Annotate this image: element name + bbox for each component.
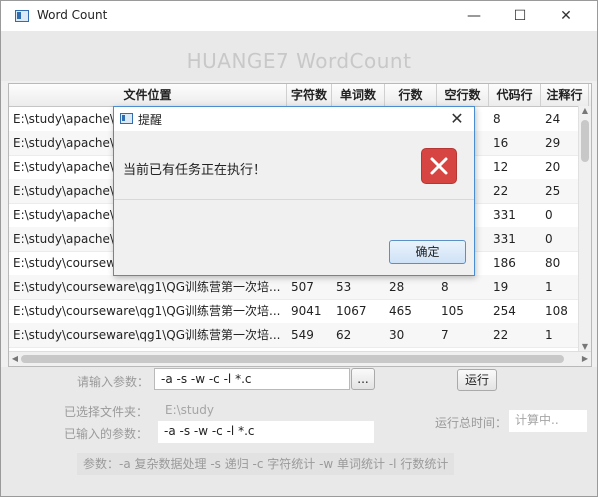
table-row[interactable]: E:\study\courseware\qg1\QG训练营第一次培... 507 5…: [9, 275, 579, 300]
cell-code-line-count: 22: [493, 184, 509, 198]
alert-dialog: 提醒 ✕ 当前已有任务正在执行！ 确定: [113, 106, 475, 276]
cell-line-count: 30: [389, 328, 405, 342]
cell-code-line-count: 331: [493, 232, 516, 246]
column-header-blank-lines[interactable]: 空行数: [437, 84, 489, 106]
entered-params-value: -a -s -w -c -l *.c: [158, 421, 374, 443]
error-icon: [422, 149, 456, 183]
runtime-value: 计算中..: [509, 410, 587, 432]
cell-code-line-count: 22: [493, 328, 509, 342]
cell-blank-line-count: 7: [441, 328, 449, 342]
scroll-up-icon[interactable]: ▲: [579, 106, 591, 115]
app-banner: HUANGE7 WordCount: [1, 31, 597, 81]
parameter-hint: 参数：-a 复杂数据处理 -s 递归 -c 字符统计 -w 单词统计 -l 行数…: [77, 453, 455, 475]
params-input[interactable]: [154, 368, 350, 390]
params-label: 请输入参数：: [77, 375, 150, 389]
column-header-comment-lines[interactable]: 注释行: [541, 84, 589, 106]
cell-word-count: 1067: [336, 304, 367, 318]
scroll-down-icon[interactable]: ▼: [579, 342, 591, 351]
cell-char-count: 9041: [291, 304, 322, 318]
vertical-scroll-thumb[interactable]: [581, 120, 589, 162]
dialog-message: 当前已有任务正在执行！: [123, 163, 267, 178]
cell-word-count: 53: [336, 280, 352, 294]
table-header: 文件位置 字符数 单词数 行数 空行数 代码行 注释行: [9, 84, 591, 107]
column-header-chars[interactable]: 字符数: [287, 84, 332, 106]
run-button[interactable]: 运行: [457, 369, 497, 391]
column-header-lines[interactable]: 行数: [385, 84, 437, 106]
cell-code-line-count: 186: [493, 256, 516, 270]
column-header-words[interactable]: 单词数: [332, 84, 385, 106]
column-header-file[interactable]: 文件位置: [9, 84, 287, 106]
cell-code-line-count: 254: [493, 304, 516, 318]
horizontal-scrollbar[interactable]: ◀ ▶: [9, 351, 591, 366]
cell-file-path: E:\study\courseware\qg1\QG训练营第一次培...: [13, 280, 281, 294]
cell-blank-line-count: 105: [441, 304, 464, 318]
cell-code-line-count: 8: [493, 112, 501, 126]
close-icon[interactable]: ✕: [555, 5, 577, 27]
dialog-title: 提醒: [138, 113, 163, 127]
control-panel: 请输入参数： ... 运行 已选择文件夹： E:\study 已输入的参数： -…: [1, 367, 597, 496]
banner-title: HUANGE7 WordCount: [186, 49, 412, 73]
table-row[interactable]: E:\study\courseware\qg1\QG训练营第一次培... 9041…: [9, 299, 579, 324]
cell-code-line-count: 19: [493, 280, 509, 294]
selected-folder-label: 已选择文件夹：: [64, 405, 149, 419]
table-row[interactable]: E:\study\courseware\qg1\QG训练营第一次培... 549 6…: [9, 323, 579, 348]
ok-button[interactable]: 确定: [389, 240, 466, 264]
vertical-scrollbar[interactable]: ▲ ▼: [578, 106, 591, 351]
dialog-separator: [114, 199, 474, 200]
browse-button[interactable]: ...: [351, 368, 375, 390]
cell-char-count: 549: [291, 328, 314, 342]
cell-code-line-count: 12: [493, 160, 509, 174]
minimize-icon[interactable]: —: [463, 5, 485, 27]
window-title: Word Count: [37, 8, 108, 22]
cell-code-line-count: 331: [493, 208, 516, 222]
cell-code-line-count: 16: [493, 136, 509, 150]
dialog-close-icon[interactable]: ✕: [446, 108, 468, 130]
scroll-right-icon[interactable]: ▶: [579, 352, 591, 366]
maximize-icon[interactable]: ☐: [509, 5, 531, 27]
selected-folder-value: E:\study: [165, 403, 214, 417]
runtime-label: 运行总时间：: [435, 416, 508, 430]
cell-blank-line-count: 8: [441, 280, 449, 294]
cell-word-count: 62: [336, 328, 352, 342]
horizontal-scroll-thumb[interactable]: [21, 355, 564, 363]
column-header-code-lines[interactable]: 代码行: [489, 84, 541, 106]
scroll-left-icon[interactable]: ◀: [9, 352, 21, 366]
title-bar: Word Count — ☐ ✕: [1, 1, 597, 31]
cell-file-path: E:\study\courseware\qg1\QG训练营第一次培...: [13, 328, 281, 342]
cell-line-count: 28: [389, 280, 405, 294]
cell-char-count: 507: [291, 280, 314, 294]
dialog-title-bar: 提醒 ✕: [114, 107, 474, 131]
cell-file-path: E:\study\courseware\qg1\QG训练营第一次培...: [13, 304, 281, 318]
dialog-app-icon: [120, 113, 133, 124]
app-icon: [15, 10, 29, 22]
cell-line-count: 465: [389, 304, 412, 318]
entered-params-label: 已输入的参数：: [64, 427, 149, 441]
